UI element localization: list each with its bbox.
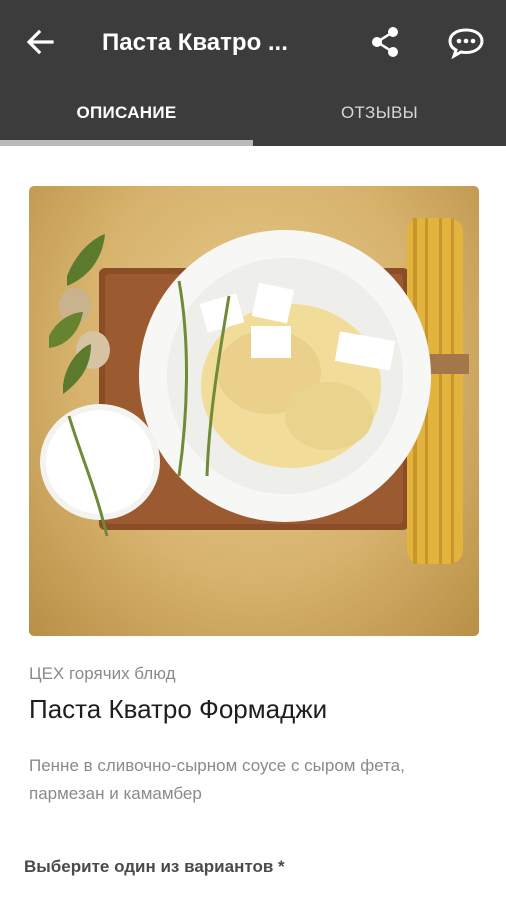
tab-description[interactable]: ОПИСАНИЕ	[0, 84, 253, 142]
product-photo[interactable]	[29, 186, 479, 636]
page-title: Паста Кватро ...	[102, 29, 288, 56]
comments-button[interactable]	[446, 24, 486, 60]
options-label: Выберите один из вариантов *	[24, 857, 285, 876]
product-category: ЦЕХ горячих блюд	[29, 664, 176, 683]
back-button[interactable]	[22, 24, 58, 60]
app-bar: Паста Кватро ... ОПИСАНИЕ ОТЗЫВЫ	[0, 0, 506, 146]
share-icon	[372, 27, 398, 57]
tab-reviews[interactable]: ОТЗЫВЫ	[253, 84, 506, 142]
back-arrow-icon	[26, 29, 54, 55]
product-description: Пенне в сливочно-сырном соусе с сыром фе…	[29, 756, 405, 803]
tab-bar: ОПИСАНИЕ ОТЗЫВЫ	[0, 84, 506, 146]
pasta-dish-illustration	[40, 218, 469, 564]
chat-icon	[448, 28, 484, 60]
product-name: Паста Кватро Формаджи	[29, 694, 328, 724]
share-button[interactable]	[368, 24, 404, 60]
toolbar: Паста Кватро ...	[0, 0, 506, 84]
active-tab-indicator	[0, 140, 253, 146]
